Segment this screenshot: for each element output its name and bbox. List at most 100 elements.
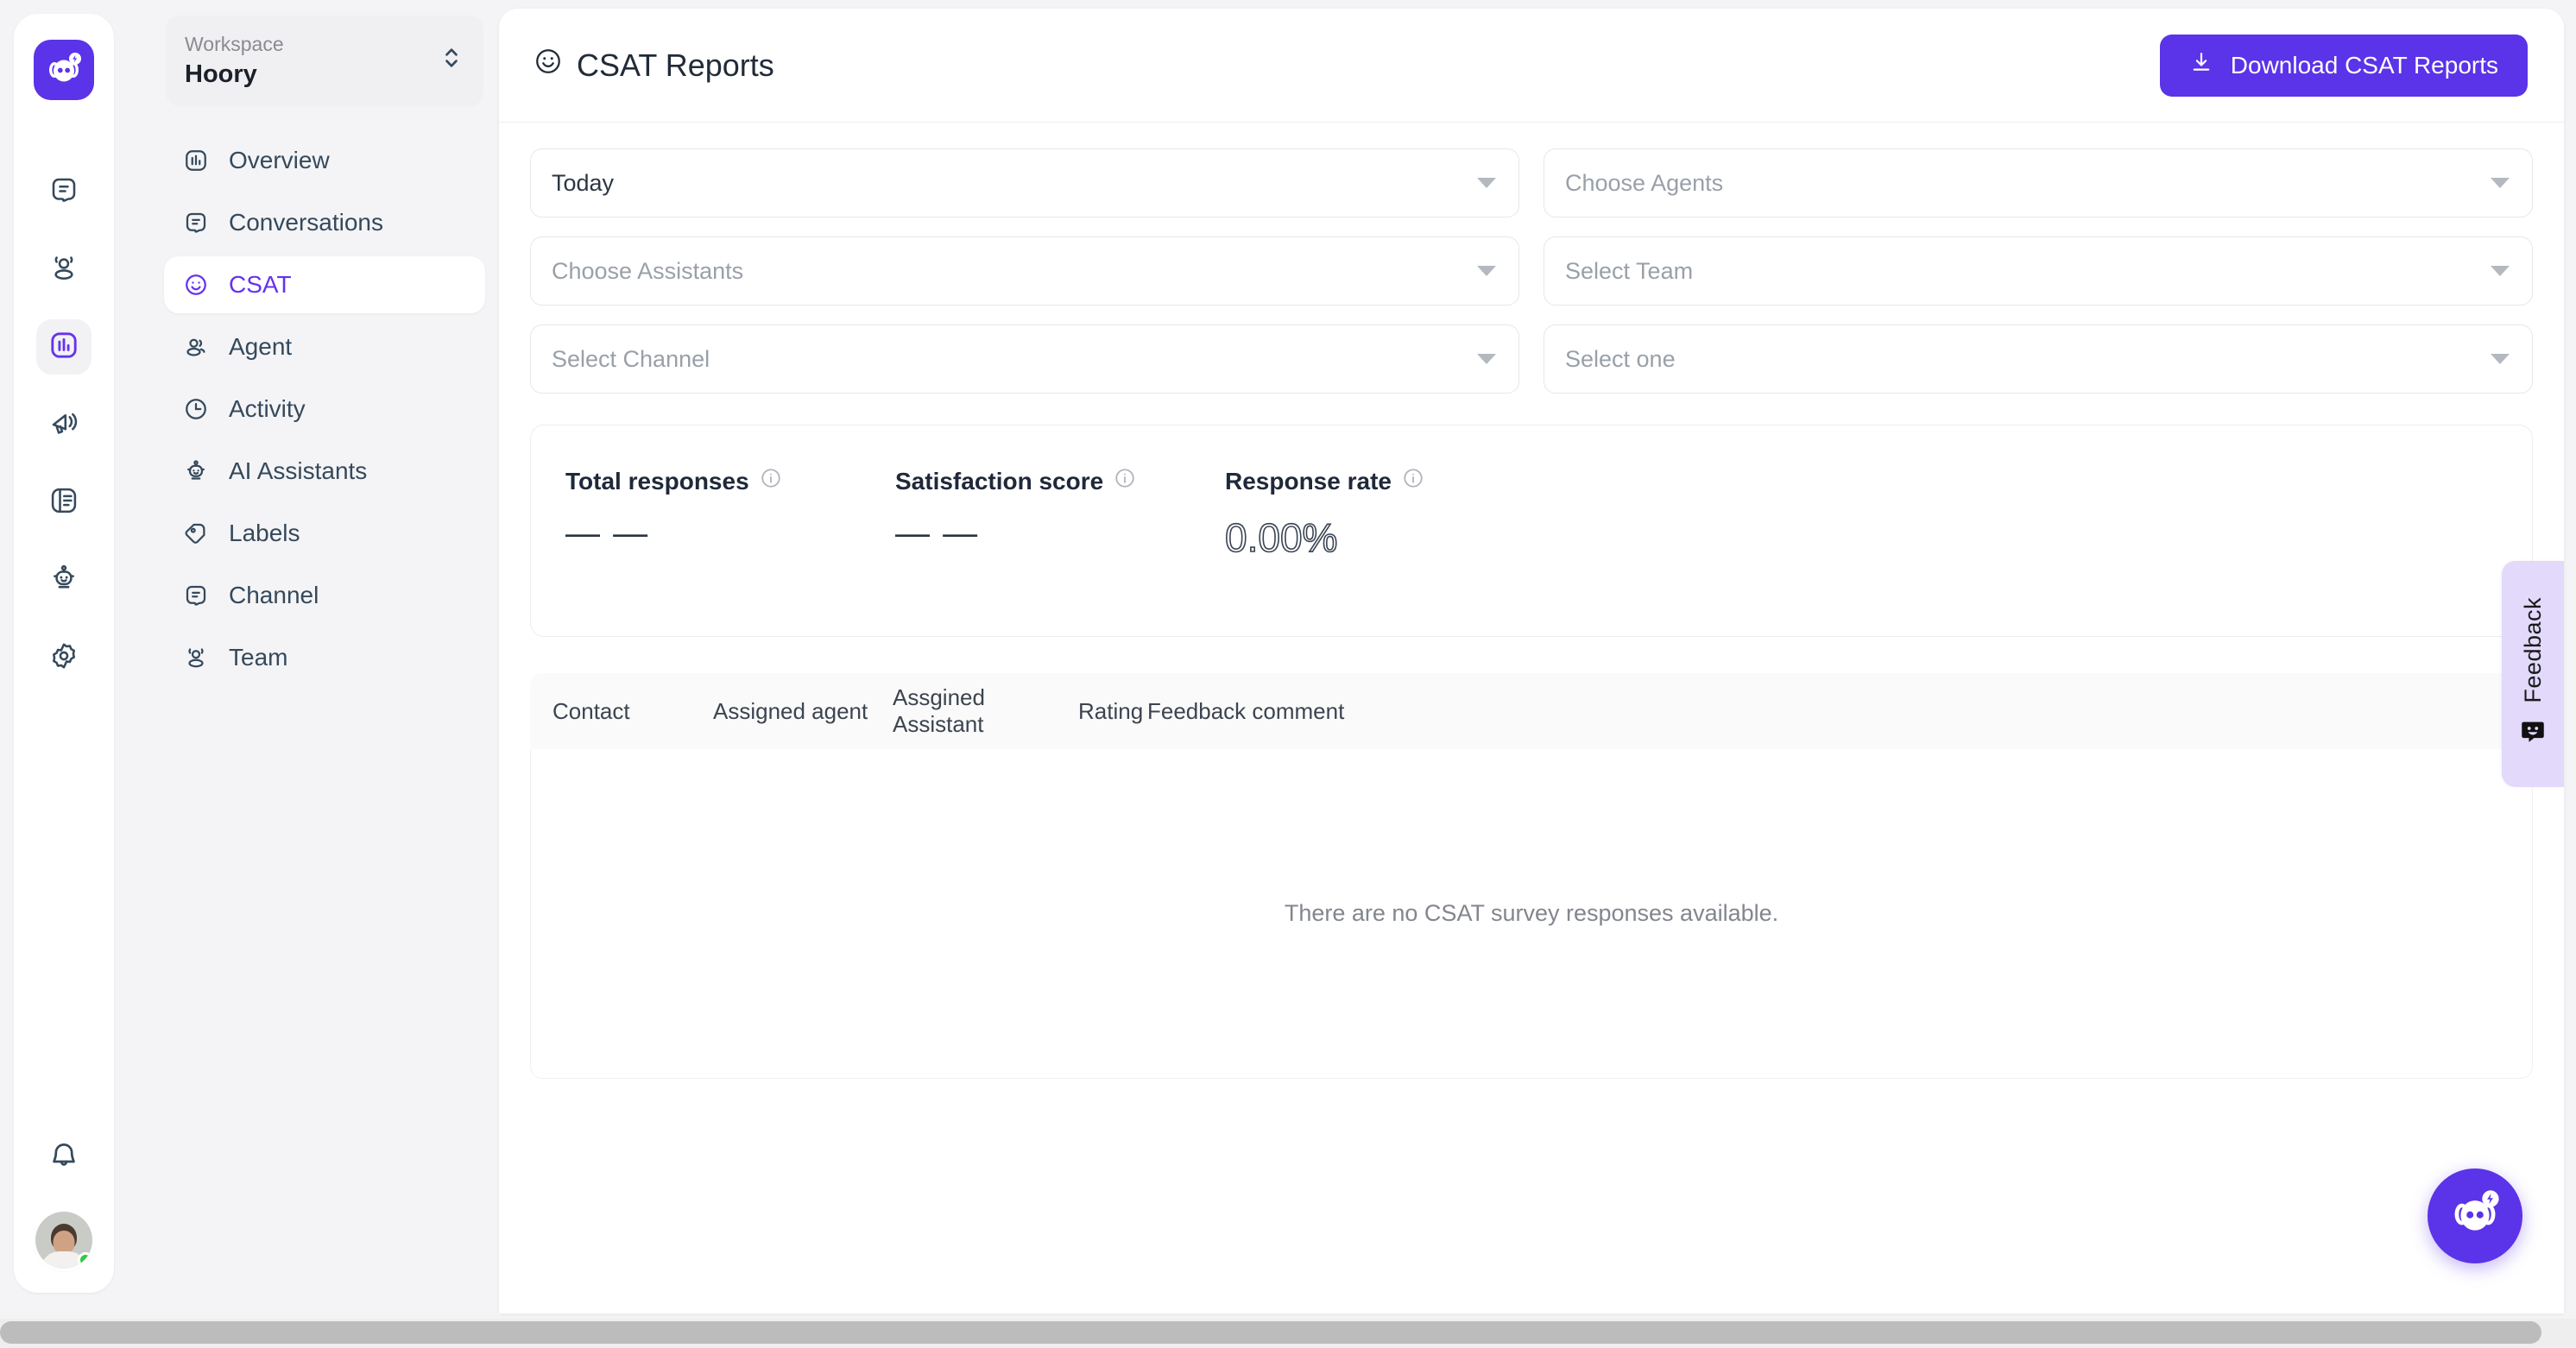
page-title-text: CSAT Reports [577, 47, 774, 83]
chat-smiley-icon [2518, 717, 2548, 751]
rail-item-settings[interactable] [36, 630, 92, 685]
sidebar-item-csat[interactable]: CSAT [164, 256, 485, 314]
chevron-up-down-icon [439, 43, 464, 77]
sidebar-item-label: CSAT [229, 271, 292, 299]
sidebar-item-team[interactable]: Team [164, 629, 485, 686]
metric-value: — — [565, 514, 650, 552]
rail-item-reports[interactable] [36, 319, 92, 375]
bell-icon [47, 1140, 80, 1177]
rail-item-notifications[interactable] [36, 1131, 92, 1186]
metric-value: — — [895, 514, 980, 552]
robot-icon [181, 457, 211, 486]
metric-header: Response rate [1225, 467, 1424, 495]
sidebar-item-activity[interactable]: Activity [164, 381, 485, 438]
csat-table: Contact Assigned agent Assgined Assistan… [530, 673, 2533, 1079]
sidebar-item-label: AI Assistants [229, 457, 368, 485]
metric-header: Total responses [565, 467, 895, 495]
filter-assistants[interactable]: Choose Assistants [530, 236, 1519, 306]
filter-rating[interactable]: Select one [1544, 324, 2533, 394]
bar-chart-icon [181, 146, 211, 175]
feedback-tab-label: Feedback [2519, 597, 2546, 703]
rail-item-list [36, 164, 92, 685]
sidebar-item-agent[interactable]: Agent [164, 318, 485, 375]
workspace-label: Workspace [185, 33, 284, 55]
icon-rail [14, 14, 114, 1293]
info-icon[interactable] [1114, 467, 1136, 495]
info-icon[interactable] [760, 467, 782, 495]
horizontal-scrollbar[interactable] [0, 1319, 2576, 1348]
chevron-down-icon [1477, 266, 1496, 276]
conversations-icon [48, 174, 79, 210]
reports-bar-chart-icon [48, 330, 79, 365]
sidebar-item-label: Team [229, 644, 288, 671]
clock-icon [181, 394, 211, 424]
hoory-bot-icon [2447, 1189, 2503, 1244]
status-badge-online [78, 1252, 92, 1268]
sidebar-item-conversations[interactable]: Conversations [164, 194, 485, 251]
scrollbar-thumb[interactable] [0, 1321, 2541, 1344]
download-icon [2189, 50, 2213, 80]
tag-icon [181, 519, 211, 548]
hoory-chat-launcher[interactable] [2428, 1168, 2522, 1263]
workspace-switcher[interactable]: Workspace Hoory [166, 16, 483, 107]
table-column-rating: Rating [1078, 697, 1144, 724]
rail-bottom-group [14, 1131, 114, 1269]
hoory-logo[interactable] [34, 40, 94, 100]
filter-team-value: Select Team [1565, 257, 1694, 284]
metric-response-rate: Response rate 0.00% [1224, 467, 1424, 636]
filter-date-range-value: Today [552, 169, 615, 196]
sidebar-item-label: Conversations [229, 209, 383, 236]
smiley-icon [534, 47, 563, 84]
sidebar-item-label: Agent [229, 333, 293, 361]
metric-label: Satisfaction score [895, 467, 1104, 494]
app-root: Workspace Hoory Overview Conversations C… [0, 0, 2576, 1348]
metric-total-responses: Total responses — — [565, 467, 895, 636]
workspace-name: Hoory [185, 60, 257, 89]
sidebar-item-label: Overview [229, 147, 330, 174]
filter-bar: Today Choose Agents Choose Assistants Se… [499, 123, 2564, 402]
filter-date-range[interactable]: Today [530, 148, 1519, 217]
download-csat-reports-button[interactable]: Download CSAT Reports [2159, 34, 2528, 97]
page-title: CSAT Reports [534, 47, 774, 84]
users-icon [181, 332, 211, 362]
table-column-contact: Contact [552, 697, 630, 724]
chevron-down-icon [2491, 354, 2510, 364]
empty-state-message: There are no CSAT survey responses avail… [1284, 900, 1779, 926]
table-column-assigned-agent: Assigned agent [713, 697, 868, 724]
chevron-down-icon [1477, 178, 1496, 188]
metric-value: 0.00% [1224, 514, 1338, 561]
filter-rating-value: Select one [1565, 345, 1676, 372]
main-panel: CSAT Reports Download CSAT Reports Today… [499, 9, 2564, 1313]
table-header-row: Contact Assigned agent Assgined Assistan… [530, 673, 2533, 749]
rail-item-knowledge-base[interactable] [36, 475, 92, 530]
metric-label: Response rate [1225, 467, 1392, 494]
filter-agents[interactable]: Choose Agents [1544, 148, 2533, 217]
sidebar-item-label: Channel [229, 582, 319, 609]
filter-channel-value: Select Channel [552, 345, 710, 372]
rail-item-ai-assistant[interactable] [36, 552, 92, 608]
page-header: CSAT Reports Download CSAT Reports [499, 9, 2564, 123]
filter-team[interactable]: Select Team [1544, 236, 2533, 306]
sidebar-item-ai-assistants[interactable]: AI Assistants [164, 443, 485, 500]
metric-header: Satisfaction score [895, 467, 1225, 495]
filter-agents-value: Choose Agents [1565, 169, 1724, 196]
feedback-tab[interactable]: Feedback [2502, 561, 2564, 787]
avatar[interactable] [35, 1212, 92, 1269]
table-column-feedback-comment: Feedback comment [1147, 697, 1345, 724]
info-icon[interactable] [1402, 467, 1424, 495]
megaphone-icon [48, 407, 79, 443]
chevron-down-icon [2491, 178, 2510, 188]
filter-assistants-value: Choose Assistants [552, 257, 744, 284]
rail-item-conversations[interactable] [36, 164, 92, 219]
table-column-assigned-assistant: Assgined Assistant [893, 684, 985, 737]
sidebar: Workspace Hoory Overview Conversations C… [152, 9, 497, 686]
metric-label: Total responses [565, 467, 749, 494]
rail-item-contacts[interactable] [36, 242, 92, 297]
channel-icon [181, 581, 211, 610]
sidebar-item-channel[interactable]: Channel [164, 567, 485, 624]
filter-channel[interactable]: Select Channel [530, 324, 1519, 394]
metrics-card: Total responses — — Satisfaction score —… [530, 425, 2533, 637]
sidebar-item-overview[interactable]: Overview [164, 132, 485, 189]
rail-item-campaigns[interactable] [36, 397, 92, 452]
sidebar-item-labels[interactable]: Labels [164, 505, 485, 562]
